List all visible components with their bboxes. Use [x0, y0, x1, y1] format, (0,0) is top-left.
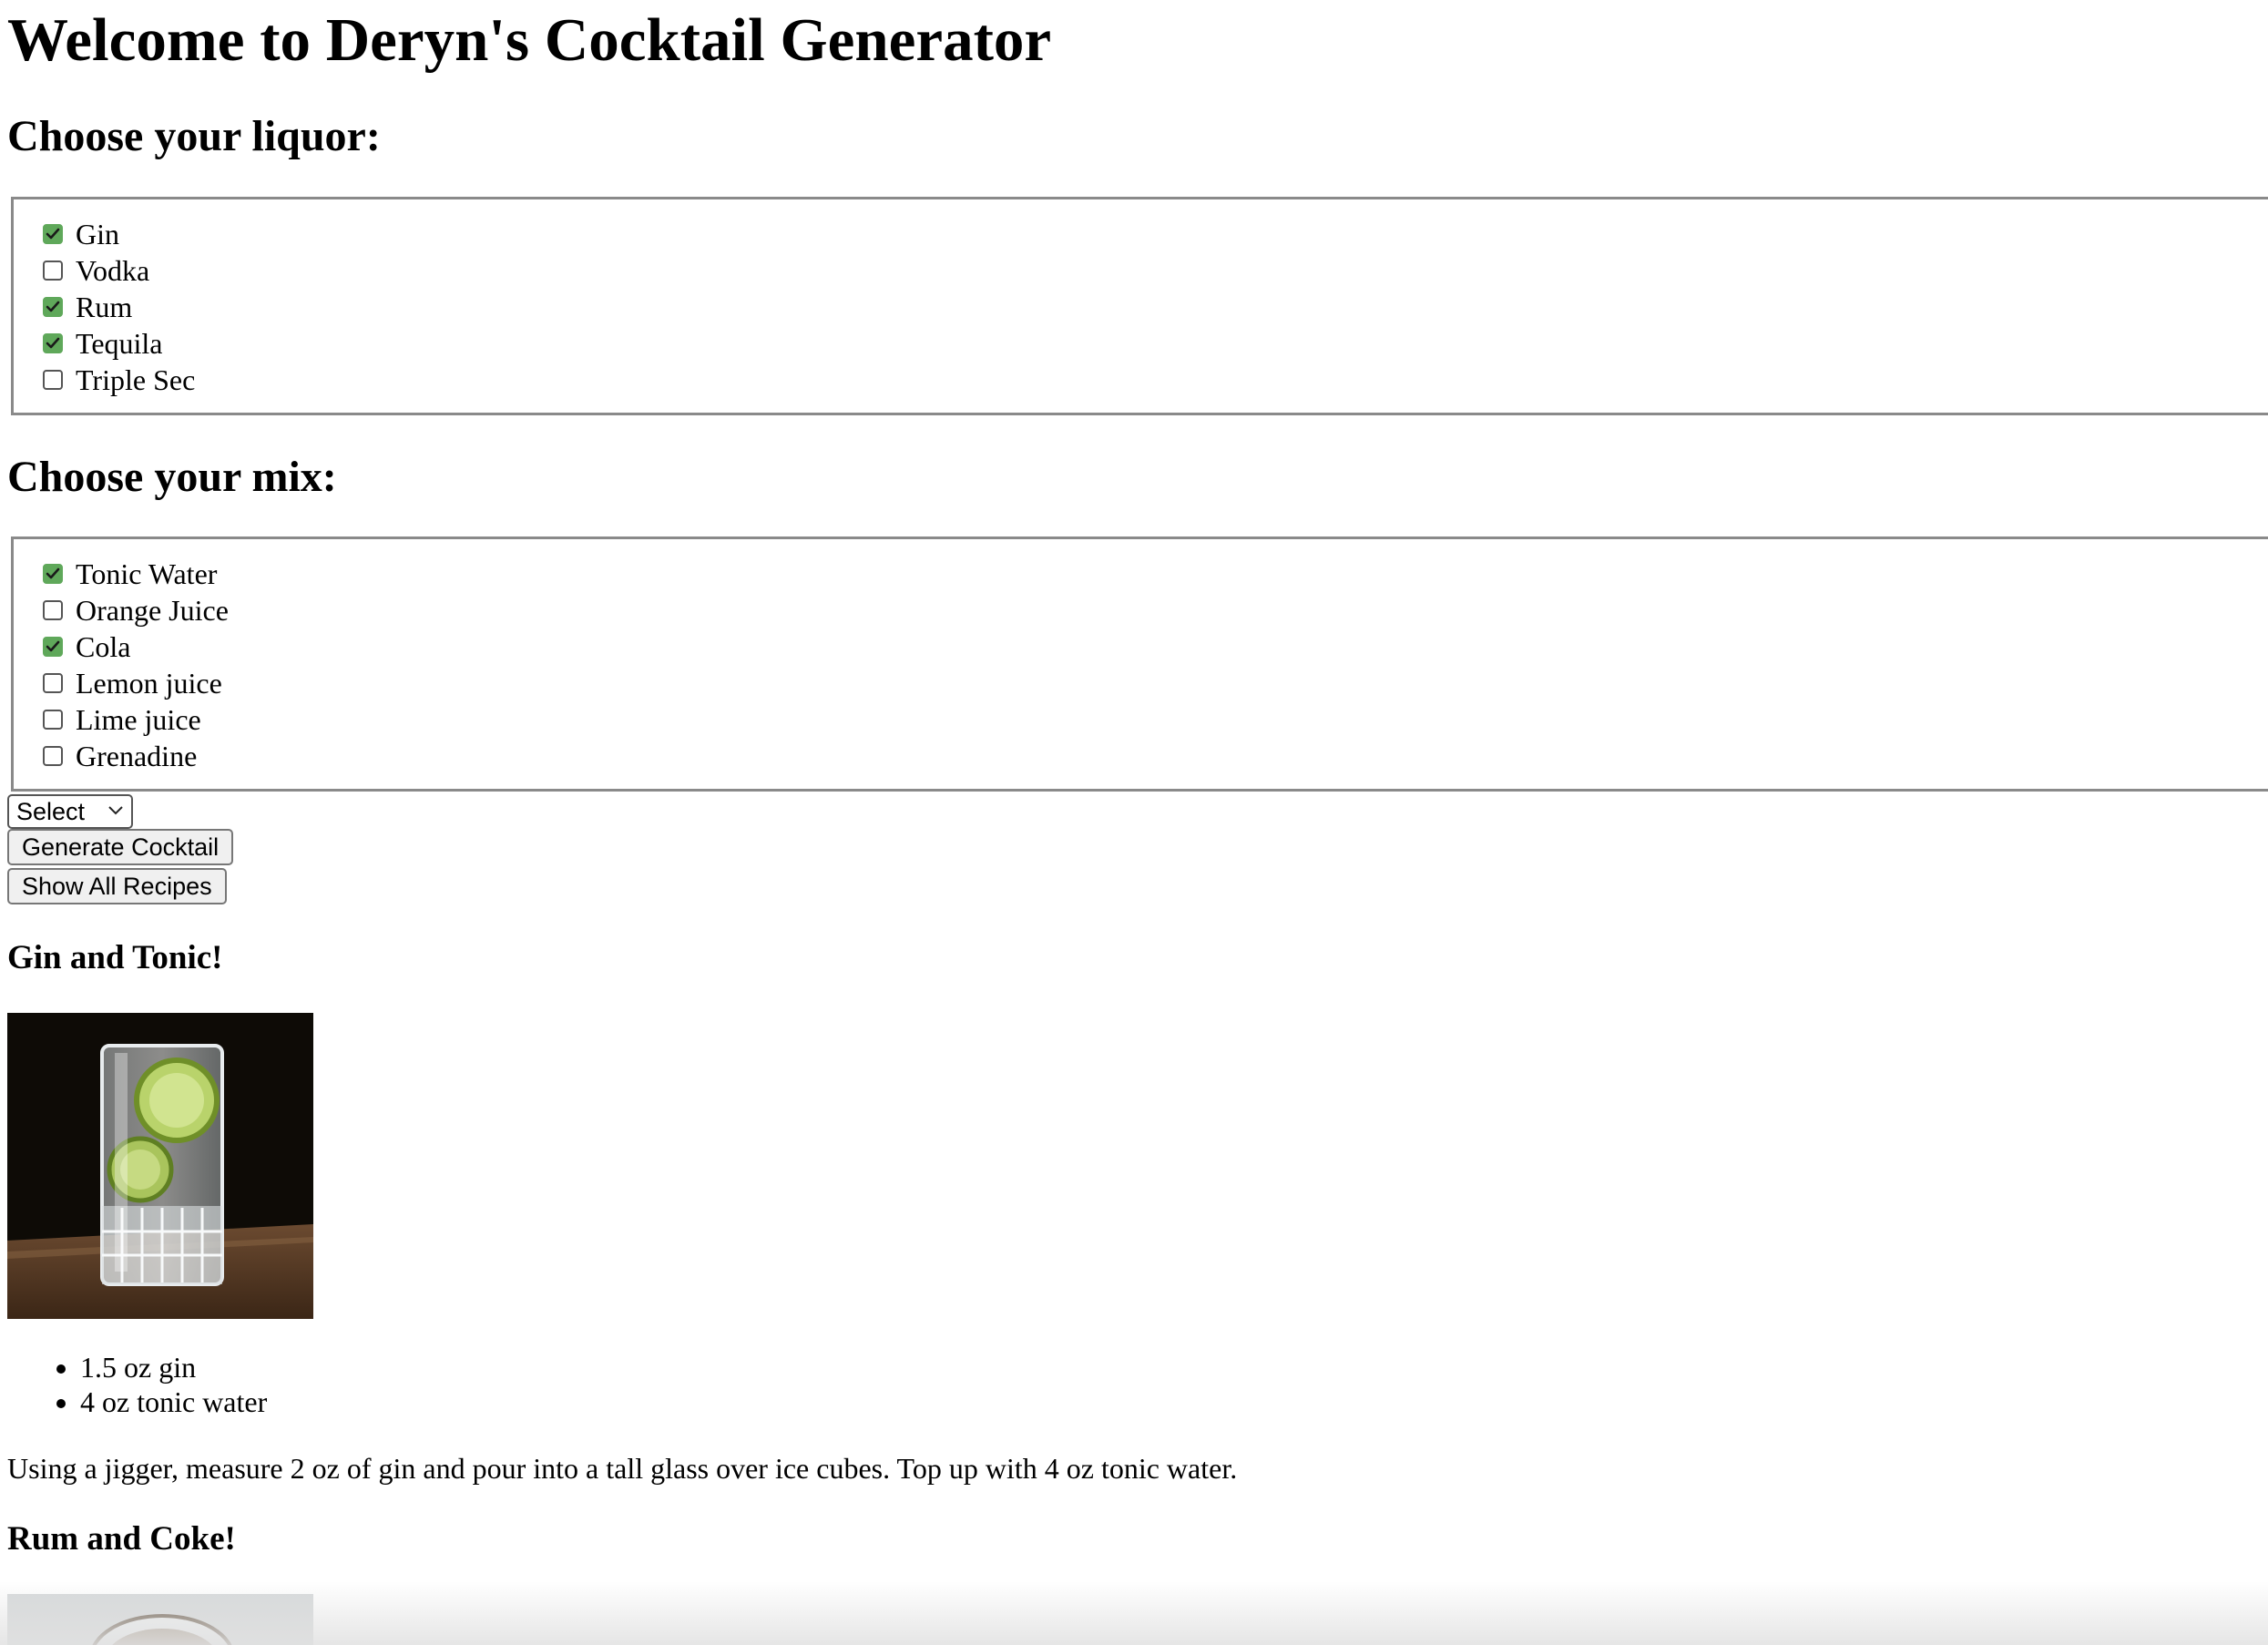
mix-label-lime-juice: Lime juice	[76, 703, 201, 736]
generate-cocktail-button[interactable]: Generate Cocktail	[7, 829, 234, 865]
page-title: Welcome to Deryn's Cocktail Generator	[7, 6, 1052, 74]
chevron-down-icon	[108, 806, 123, 815]
mix-checkbox-grenadine[interactable]	[43, 746, 63, 766]
mix-option-cola[interactable]: Cola	[43, 628, 130, 665]
mix-label-cola: Cola	[76, 630, 131, 663]
liquor-option-gin[interactable]: Gin	[43, 216, 119, 252]
liquor-option-vodka[interactable]: Vodka	[43, 252, 149, 289]
ingredient-item: 1.5 oz gin	[80, 1350, 267, 1384]
checkmark-icon	[46, 301, 60, 312]
recipe-title: Rum and Coke!	[7, 1520, 236, 1558]
mix-heading: Choose your mix:	[7, 453, 337, 501]
mix-option-grenadine[interactable]: Grenadine	[43, 738, 197, 774]
liquor-checkbox-rum[interactable]	[43, 297, 63, 317]
liquor-fieldset: Gin Vodka Rum Tequila Triple Sec	[11, 197, 2268, 415]
mix-option-tonic-water[interactable]: Tonic Water	[43, 556, 217, 592]
recipe-title: Gin and Tonic!	[7, 939, 223, 976]
gin-and-tonic-photo	[7, 1013, 313, 1319]
mix-checkbox-orange-juice[interactable]	[43, 600, 63, 620]
liquor-checkbox-triple-sec[interactable]	[43, 370, 63, 390]
mix-label-orange-juice: Orange Juice	[76, 594, 229, 627]
mix-checkbox-cola[interactable]	[43, 637, 63, 657]
liquor-option-triple-sec[interactable]: Triple Sec	[43, 362, 195, 398]
liquor-checkbox-tequila[interactable]	[43, 333, 63, 353]
bottom-edge-shade	[0, 1581, 2268, 1645]
checkmark-icon	[46, 640, 60, 652]
mix-label-grenadine: Grenadine	[76, 740, 198, 772]
liquor-label-gin: Gin	[76, 218, 119, 250]
recipe-instructions: Using a jigger, measure 2 oz of gin and …	[7, 1452, 1238, 1485]
mix-option-lime-juice[interactable]: Lime juice	[43, 701, 201, 738]
mix-checkbox-lime-juice[interactable]	[43, 710, 63, 730]
liquor-label-tequila: Tequila	[76, 327, 163, 360]
mix-fieldset: Tonic Water Orange Juice Cola Lemon juic…	[11, 536, 2268, 792]
liquor-label-rum: Rum	[76, 291, 133, 323]
recipe-select[interactable]: Select	[7, 794, 133, 829]
ingredient-list: 1.5 oz gin 4 oz tonic water	[7, 1350, 267, 1419]
liquor-checkbox-vodka[interactable]	[43, 261, 63, 281]
liquor-label-vodka: Vodka	[76, 254, 150, 287]
liquor-label-triple-sec: Triple Sec	[76, 363, 196, 396]
mix-checkbox-lemon-juice[interactable]	[43, 673, 63, 693]
checkmark-icon	[46, 337, 60, 349]
checkmark-icon	[46, 228, 60, 240]
liquor-option-tequila[interactable]: Tequila	[43, 325, 163, 362]
mix-label-lemon-juice: Lemon juice	[76, 667, 222, 700]
mix-checkbox-tonic-water[interactable]	[43, 564, 63, 584]
liquor-heading: Choose your liquor:	[7, 112, 381, 160]
rum-and-coke-photo	[7, 1594, 313, 1645]
mix-option-orange-juice[interactable]: Orange Juice	[43, 592, 229, 628]
liquor-option-rum[interactable]: Rum	[43, 289, 132, 325]
mix-label-tonic-water: Tonic Water	[76, 557, 218, 590]
show-all-recipes-button[interactable]: Show All Recipes	[7, 868, 227, 904]
recipe-select-value: Select	[16, 798, 86, 825]
checkmark-icon	[46, 567, 60, 579]
liquor-checkbox-gin[interactable]	[43, 224, 63, 244]
mix-option-lemon-juice[interactable]: Lemon juice	[43, 665, 222, 701]
ingredient-item: 4 oz tonic water	[80, 1384, 267, 1419]
